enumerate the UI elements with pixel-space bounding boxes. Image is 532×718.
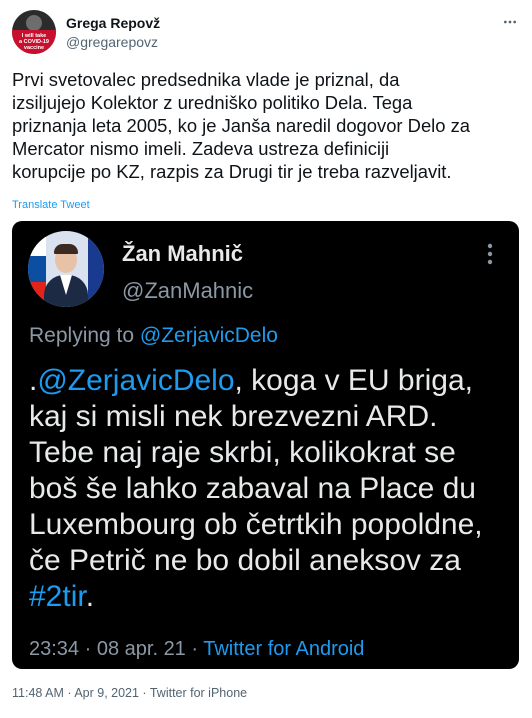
avatar-banner-line-3: vaccine <box>23 45 45 51</box>
eu-flag-icon <box>88 231 104 307</box>
tweet-text: Prvi svetovalec predsednika vlade je pri… <box>12 69 471 182</box>
embedded-author-handle: @ZanMahnic <box>122 278 254 303</box>
author-name[interactable]: Grega Repovž <box>66 15 160 31</box>
tweet: I will take a COVID-19 vaccine Grega Rep… <box>0 0 532 718</box>
replying-mention: @ZerjavicDelo <box>139 324 278 347</box>
text-suffix: . <box>85 580 95 613</box>
embedded-sep-2: · <box>185 638 204 660</box>
embedded-date: 08 apr. 21 <box>96 638 186 660</box>
tweet-source[interactable]: Twitter for iPhone <box>150 686 247 700</box>
more-icon[interactable] <box>500 12 520 32</box>
embedded-author-name: Žan Mahnič <box>122 241 244 266</box>
tweet-timestamp: 11:48 AM · Apr 9, 2021 · Twitter for iPh… <box>12 686 247 700</box>
embedded-replying-to: Replying to @ZerjavicDelo <box>29 324 278 348</box>
avatar-hair <box>54 244 78 254</box>
translate-tweet-link[interactable]: Translate Tweet <box>12 199 90 211</box>
text-mention: @ZerjavicDelo <box>37 364 235 397</box>
author-avatar[interactable]: I will take a COVID-19 vaccine <box>12 10 56 54</box>
embedded-time: 23:34 <box>29 638 80 660</box>
embedded-tweet-image[interactable]: Žan Mahnič @ZanMahnic Replying to @Zerja… <box>12 221 519 669</box>
meta-sep-2: · <box>138 686 150 700</box>
embedded-avatar <box>28 231 104 307</box>
tweet-time[interactable]: 11:48 AM <box>12 686 64 700</box>
embedded-meta: 23:34 · 08 apr. 21 · Twitter for Android <box>29 638 364 661</box>
avatar-vaccine-banner: I will take a COVID-19 vaccine <box>12 30 56 54</box>
replying-prefix: Replying to <box>29 324 140 347</box>
author-handle[interactable]: @gregarepovz <box>66 34 158 50</box>
avatar-head <box>26 15 42 31</box>
text-hashtag: #2tir <box>29 580 86 613</box>
embedded-tweet-text: .@ZerjavicDelo, koga v EU briga, kaj si … <box>29 363 509 615</box>
embedded-more-vertical-icon <box>478 241 502 267</box>
meta-sep-1: · <box>63 686 75 700</box>
embedded-source: Twitter for Android <box>203 638 365 660</box>
embedded-sep-1: · <box>79 638 97 660</box>
tweet-header: I will take a COVID-19 vaccine Grega Rep… <box>12 10 520 58</box>
tweet-date[interactable]: Apr 9, 2021 <box>74 686 139 700</box>
